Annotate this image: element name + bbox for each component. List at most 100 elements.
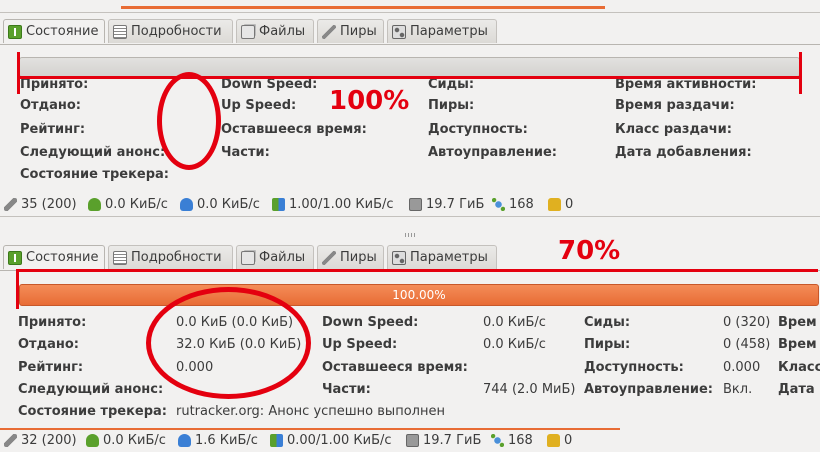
top-statusbar: 35 (200) 0.0 КиБ/с 0.0 КиБ/с 1.00/1.00 К… [0, 194, 820, 216]
label-seeding-time-clipped: Врем [778, 337, 817, 352]
tab-details[interactable]: Подробности [108, 19, 233, 43]
tab-peers[interactable]: Пиры [317, 245, 384, 269]
tab-status[interactable]: Состояние [3, 19, 105, 43]
dht-nodes-value: 168 [509, 197, 534, 212]
tab-details[interactable]: Подробности [108, 245, 233, 269]
label-eta: Оставшееся время: [322, 360, 468, 375]
transfer-arrows-icon [272, 198, 285, 211]
upload-arrow-icon [180, 198, 193, 211]
tab-details-label: Подробности [131, 24, 222, 39]
label-received: Принято: [20, 77, 89, 92]
info-icon [8, 250, 22, 265]
connections-item[interactable]: 32 (200) [4, 433, 77, 448]
label-active-time: Время активности: [615, 77, 757, 92]
tab-files[interactable]: Файлы [236, 19, 314, 43]
label-seeds: Сиды: [584, 315, 631, 330]
label-pieces: Части: [221, 145, 270, 160]
bottom-scroll-indicator [0, 216, 820, 217]
settings-icon [392, 24, 406, 39]
bottom-progress-bar: 100.00% [19, 284, 819, 306]
lock-icon [548, 198, 561, 211]
info-icon [8, 24, 22, 39]
label-tracker-status: Состояние трекера: [20, 167, 169, 182]
label-seeds: Сиды: [428, 77, 475, 92]
annotation-tick-left-top [17, 52, 20, 94]
label-next-announce: Следующий анонс: [20, 145, 166, 160]
dht-nodes-item[interactable]: 168 [492, 197, 534, 212]
annotation-line-top [19, 76, 802, 79]
top-tabbar: Состояние Подробности Файлы Пиры Парамет… [0, 19, 820, 45]
upload-speed-value: 1.6 КиБ/с [195, 433, 258, 448]
files-icon [241, 250, 255, 265]
tab-peers[interactable]: Пиры [317, 19, 384, 43]
top-progress-bar [19, 57, 800, 77]
top-pane-border [0, 12, 820, 13]
blocked-ips-item[interactable]: 0 [547, 433, 572, 448]
download-speed-item[interactable]: 0.0 КиБ/с [86, 433, 166, 448]
label-seed-rank-clipped: Класс [778, 360, 820, 375]
dht-network-icon [492, 198, 505, 211]
blocked-ips-item[interactable]: 0 [548, 197, 573, 212]
bottom-tabbar: Состояние Подробности Файлы Пиры Парамет… [0, 245, 820, 271]
label-peers: Пиры: [584, 337, 631, 352]
pane-handle[interactable] [405, 233, 415, 237]
annotation-tick-left-bottom [16, 269, 19, 309]
tab-status-label: Состояние [26, 250, 99, 265]
bottom-statusbar: 32 (200) 0.0 КиБ/с 1.6 КиБ/с 0.00/1.00 К… [0, 430, 820, 452]
tab-options[interactable]: Параметры [387, 19, 497, 43]
tab-files[interactable]: Файлы [236, 245, 314, 269]
peers-icon [322, 24, 336, 39]
label-sent: Отдано: [18, 337, 79, 352]
value-up-speed: 0.0 КиБ/с [483, 337, 546, 352]
tab-status-label: Состояние [26, 24, 99, 39]
tab-options[interactable]: Параметры [387, 245, 497, 269]
peers-icon [322, 250, 336, 265]
label-auto-managed: Автоуправление: [428, 145, 557, 160]
disk-icon [406, 434, 419, 447]
dht-nodes-value: 168 [508, 433, 533, 448]
free-space-item[interactable]: 19.7 ГиБ [409, 197, 484, 212]
plug-icon [4, 198, 17, 211]
connections-value: 35 (200) [21, 197, 77, 212]
tab-peers-label: Пиры [340, 250, 377, 265]
value-auto-managed: Вкл. [723, 382, 753, 397]
protocol-traffic-item[interactable]: 0.00/1.00 КиБ/с [270, 433, 392, 448]
label-next-announce: Следующий анонс: [18, 382, 164, 397]
free-space-value: 19.7 ГиБ [423, 433, 482, 448]
value-tracker-status: rutracker.org: Анонс успешно выполнен [176, 404, 445, 419]
protocol-traffic-value: 1.00/1.00 КиБ/с [289, 197, 394, 212]
settings-icon [392, 250, 406, 265]
annotation-percent-bottom: 70% [558, 236, 621, 266]
dht-network-icon [491, 434, 504, 447]
protocol-traffic-item[interactable]: 1.00/1.00 КиБ/с [272, 197, 394, 212]
label-availability: Доступность: [584, 360, 684, 375]
label-received: Принято: [18, 315, 87, 330]
label-pieces: Части: [322, 382, 371, 397]
upload-arrow-icon [178, 434, 191, 447]
tab-details-label: Подробности [131, 250, 222, 265]
free-space-value: 19.7 ГиБ [426, 197, 485, 212]
download-speed-item[interactable]: 0.0 КиБ/с [88, 197, 168, 212]
document-icon [113, 250, 127, 265]
tab-options-label: Параметры [410, 250, 488, 265]
tab-options-label: Параметры [410, 24, 488, 39]
label-peers: Пиры: [428, 98, 475, 113]
label-up-speed: Up Speed: [322, 337, 398, 352]
upload-speed-item[interactable]: 1.6 КиБ/с [178, 433, 258, 448]
annotation-tick-right-top [799, 52, 802, 94]
label-active-time-clipped: Врем [778, 315, 817, 330]
label-seed-rank: Класс раздачи: [615, 122, 732, 137]
label-down-speed: Down Speed: [322, 315, 419, 330]
lock-icon [547, 434, 560, 447]
upload-speed-item[interactable]: 0.0 КиБ/с [180, 197, 260, 212]
tab-status[interactable]: Состояние [3, 245, 105, 269]
annotation-ellipse-top [157, 72, 221, 170]
progress-label: 100.00% [392, 288, 446, 302]
label-sent: Отдано: [20, 98, 81, 113]
dht-nodes-item[interactable]: 168 [491, 433, 533, 448]
upload-speed-value: 0.0 КиБ/с [197, 197, 260, 212]
connections-item[interactable]: 35 (200) [4, 197, 77, 212]
free-space-item[interactable]: 19.7 ГиБ [406, 433, 481, 448]
document-icon [113, 24, 127, 39]
protocol-traffic-value: 0.00/1.00 КиБ/с [287, 433, 392, 448]
